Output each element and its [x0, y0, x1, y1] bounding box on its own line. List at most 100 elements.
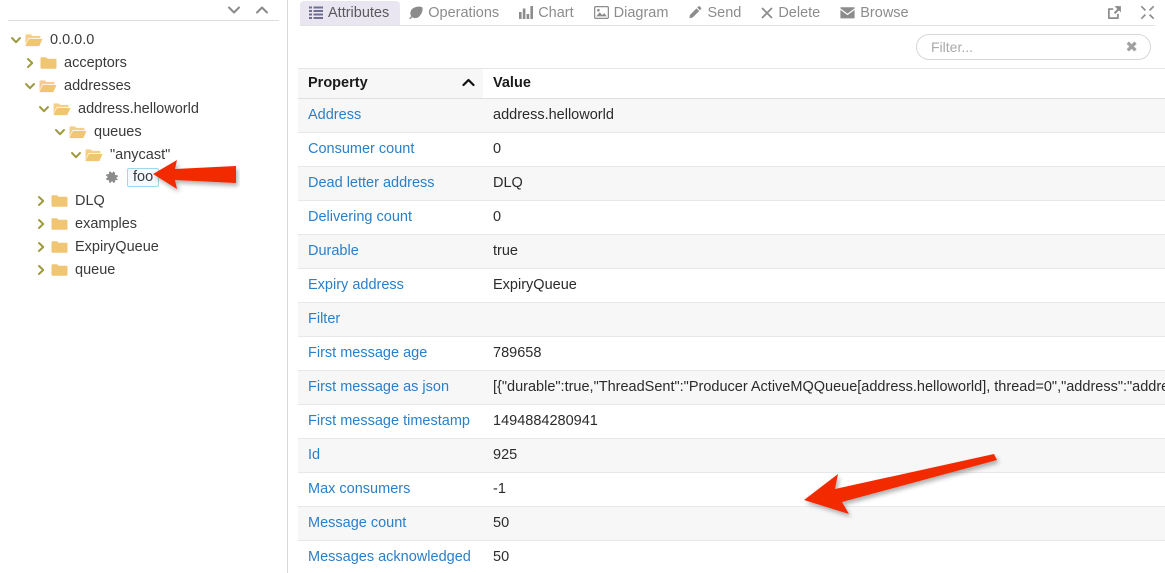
chevron-down-icon[interactable]	[22, 78, 38, 94]
tab-browse[interactable]: Browse	[831, 1, 919, 25]
chevron-down-icon[interactable]	[36, 101, 52, 117]
folder-open-icon	[39, 79, 57, 93]
table-row[interactable]: Filter	[298, 302, 1165, 337]
attribute-link[interactable]: Delivering count	[308, 209, 412, 225]
table-row[interactable]: Consumer count 0	[298, 132, 1165, 167]
tab-bar: Attributes Operations Chart Diagram Send Dele…	[300, 0, 1155, 26]
tab-chart[interactable]: Chart	[510, 1, 584, 25]
chevron-down-icon[interactable]	[68, 147, 84, 163]
attribute-value-cell: 925	[483, 438, 1165, 473]
attribute-name-cell: Dead letter address	[298, 166, 483, 201]
table-row[interactable]: Address address.helloworld	[298, 98, 1165, 133]
table-row[interactable]: Messages acknowledged 50	[298, 540, 1165, 573]
tab-attributes[interactable]: Attributes	[300, 0, 401, 25]
attribute-link[interactable]: Expiry address	[308, 277, 404, 293]
chevron-down-icon[interactable]	[227, 3, 241, 17]
leaf-icon	[409, 6, 423, 19]
tree-node-foo[interactable]: foo	[0, 166, 287, 189]
attribute-link[interactable]: Max consumers	[308, 481, 410, 497]
attribute-link[interactable]: Durable	[308, 243, 359, 259]
table-row[interactable]: First message age 789658	[298, 336, 1165, 371]
tree-node-0-0-0-0[interactable]: 0.0.0.0	[0, 28, 287, 51]
main-panel: Attributes Operations Chart Diagram Send Dele…	[288, 0, 1165, 573]
filter-input[interactable]	[931, 39, 1120, 55]
tree-node-dlq[interactable]: DLQ	[0, 189, 287, 212]
attribute-name-cell: Message count	[298, 506, 483, 541]
tree-node-examples[interactable]: examples	[0, 212, 287, 235]
attribute-value-cell: -1	[483, 472, 1165, 507]
attribute-link[interactable]: Messages acknowledged	[308, 549, 471, 565]
attributes-table-container: Property Value Address address.helloworld…	[298, 68, 1165, 573]
list-icon	[309, 6, 323, 19]
chevron-right-icon[interactable]	[22, 55, 38, 71]
chevron-right-icon	[35, 218, 47, 230]
clear-filter-icon[interactable]: ✖	[1119, 40, 1138, 55]
attribute-link[interactable]: Filter	[308, 311, 340, 327]
table-row[interactable]: Dead letter address DLQ	[298, 166, 1165, 201]
table-row[interactable]: First message as json [{"durable":true,"T…	[298, 370, 1165, 405]
console-window: 0.0.0.0 acceptors addresses address.hellowo…	[0, 0, 1165, 573]
external-link-icon[interactable]	[1107, 5, 1122, 20]
chevron-up-icon[interactable]	[255, 3, 269, 17]
table-row[interactable]: Delivering count 0	[298, 200, 1165, 235]
table-row[interactable]: Message count 50	[298, 506, 1165, 541]
chevron-down-icon[interactable]	[52, 124, 68, 140]
folder-open-icon	[68, 124, 88, 140]
tab-diagram[interactable]: Diagram	[585, 1, 680, 25]
attribute-link[interactable]: Message count	[308, 515, 406, 531]
attribute-link[interactable]: Consumer count	[308, 141, 414, 157]
chevron-right-icon[interactable]	[33, 262, 49, 278]
chevron-down-icon[interactable]	[8, 32, 24, 48]
table-header-row: Property Value	[298, 68, 1165, 99]
expand-icon	[1140, 5, 1155, 20]
times-icon	[761, 6, 773, 19]
gear-icon	[105, 170, 119, 185]
table-row[interactable]: Id 925	[298, 438, 1165, 473]
attribute-link[interactable]: Address	[308, 107, 361, 123]
tab-operations[interactable]: Operations	[400, 1, 510, 25]
times-icon	[761, 6, 773, 19]
attribute-name-cell: Consumer count	[298, 132, 483, 167]
folder-open-icon	[52, 101, 72, 117]
attribute-link[interactable]: Id	[308, 447, 320, 463]
chevron-right-icon[interactable]	[33, 216, 49, 232]
attribute-name-cell: Delivering count	[298, 200, 483, 235]
table-row[interactable]: First message timestamp 1494884280941	[298, 404, 1165, 439]
tab-delete[interactable]: Delete	[752, 1, 831, 25]
folder-icon	[51, 217, 68, 231]
table-row[interactable]: Durable true	[298, 234, 1165, 269]
chevron-right-icon[interactable]	[33, 239, 49, 255]
tree-node-label: queue	[75, 261, 116, 278]
tab-label: Send	[707, 4, 742, 21]
chevron-right-icon[interactable]	[33, 193, 49, 209]
folder-open-icon	[24, 32, 44, 48]
tree-node-queue[interactable]: queue	[0, 258, 287, 281]
tree-node-expiryqueue[interactable]: ExpiryQueue	[0, 235, 287, 258]
attribute-link[interactable]: First message as json	[308, 379, 449, 395]
attribute-name-cell: Filter	[298, 302, 483, 337]
table-row[interactable]: Max consumers -1	[298, 472, 1165, 507]
tree-node-addresses[interactable]: addresses	[0, 74, 287, 97]
expand-icon[interactable]	[1140, 5, 1155, 20]
attribute-link[interactable]: First message timestamp	[308, 413, 470, 429]
chevron-down-icon	[10, 34, 22, 46]
attribute-link[interactable]: Dead letter address	[308, 175, 435, 191]
column-header-property[interactable]: Property	[298, 68, 483, 99]
column-header-value[interactable]: Value	[483, 68, 1165, 99]
attribute-value-cell: true	[483, 234, 1165, 269]
table-row[interactable]: Expiry address ExpiryQueue	[298, 268, 1165, 303]
attribute-link[interactable]: First message age	[308, 345, 427, 361]
tree-node-label: addresses	[64, 77, 131, 94]
folder-icon	[51, 263, 68, 277]
tree-node-queues[interactable]: queues	[0, 120, 287, 143]
tab-label: Browse	[860, 4, 909, 21]
attribute-value-cell	[483, 302, 1165, 337]
bar-chart-icon	[519, 6, 534, 19]
tree-node-anycast[interactable]: "anycast"	[0, 143, 287, 166]
tab-send[interactable]: Send	[679, 1, 752, 25]
attribute-value-cell: ExpiryQueue	[483, 268, 1165, 303]
tree-node-address-helloworld[interactable]: address.helloworld	[0, 97, 287, 120]
chevron-down-icon	[70, 149, 82, 161]
filter-box[interactable]: ✖	[916, 34, 1151, 60]
tree-node-acceptors[interactable]: acceptors	[0, 51, 287, 74]
